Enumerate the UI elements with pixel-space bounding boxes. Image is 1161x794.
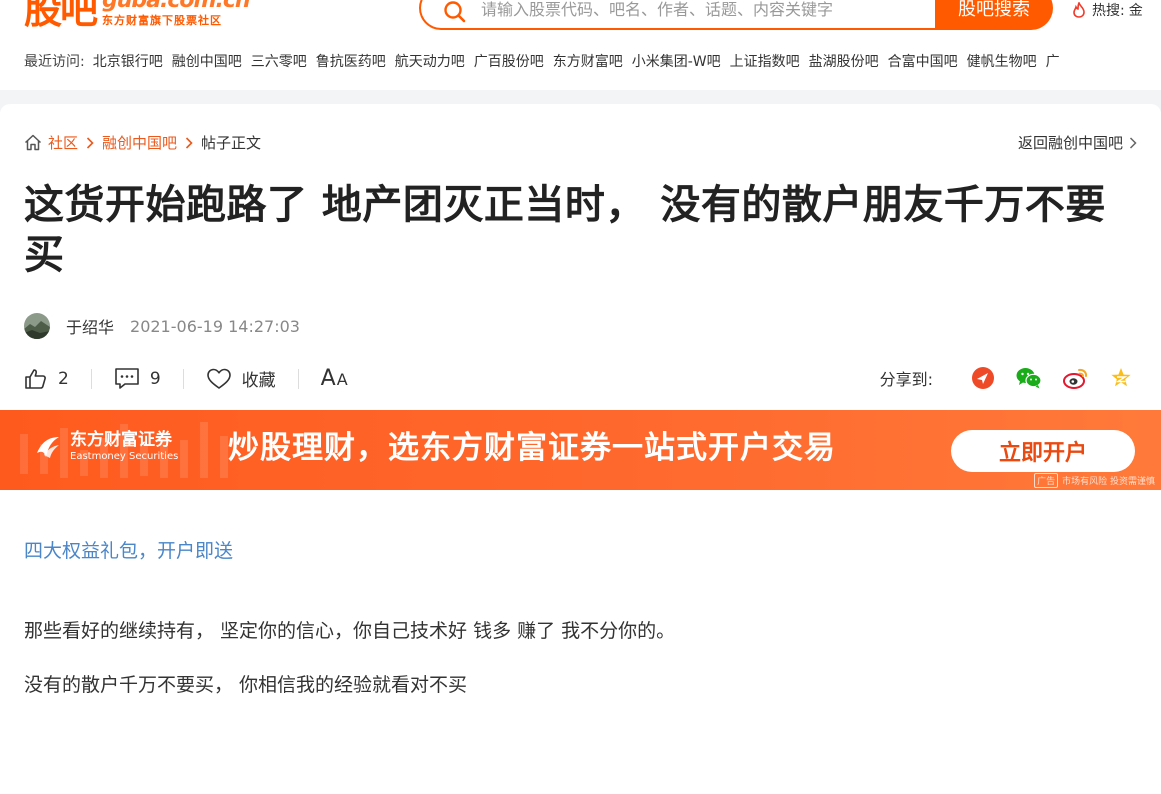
- search-box: [419, 0, 937, 30]
- post-paragraph: 那些看好的继续持有， 坚定你的信心，你自己技术好 钱多 赚了 我不分你的。: [24, 620, 676, 642]
- breadcrumb-community[interactable]: 社区: [48, 132, 78, 153]
- banner-logo-text: 东方财富证券 Eastmoney Securities: [70, 430, 178, 464]
- recent-item[interactable]: 三六零吧: [251, 51, 307, 71]
- recent-item[interactable]: 健帆生物吧: [967, 51, 1037, 71]
- share-bar: 分享到:: [880, 366, 1133, 390]
- weibo-icon[interactable]: [1063, 366, 1089, 390]
- logo-subtitle: 东方财富旗下股票社区: [102, 14, 223, 27]
- post-time: 2021-06-19 14:27:03: [130, 316, 300, 336]
- hot-search-keyword[interactable]: 金: [1129, 0, 1143, 20]
- chevron-right-icon: [185, 136, 193, 149]
- breadcrumb: 社区 融创中国吧 帖子正文: [24, 132, 261, 153]
- post-paragraph: 没有的散户千万不要买， 你相信我的经验就看对不买: [24, 674, 468, 696]
- qzone-icon[interactable]: [1109, 366, 1133, 390]
- recent-visits: 最近访问: 北京银行吧 融创中国吧 三六零吧 鲁抗医药吧 航天动力吧 广百股份吧…: [24, 50, 1161, 72]
- divider: [297, 368, 299, 389]
- banner-logo-cn: 东方财富证券: [70, 430, 172, 450]
- recent-visits-label: 最近访问:: [24, 54, 85, 70]
- breadcrumb-current: 帖子正文: [201, 134, 262, 152]
- like-count: 2: [58, 368, 69, 389]
- search-icon: [444, 1, 466, 23]
- comment-count: 9: [149, 368, 161, 389]
- back-to-bar-link[interactable]: 返回融创中国吧: [1018, 132, 1137, 153]
- fire-icon: [1073, 2, 1085, 18]
- logo-side: guba.com.cn 东方财富旗下股票社区: [102, 0, 251, 28]
- toutiao-icon[interactable]: [971, 366, 995, 390]
- back-link-label: 返回融创中国吧: [1017, 134, 1123, 152]
- breadcrumb-bar[interactable]: 融创中国吧: [102, 132, 177, 153]
- hot-search-label: 热搜:: [1092, 3, 1125, 19]
- logo-en-text: guba.com.cn: [102, 0, 251, 13]
- wechat-icon[interactable]: [1015, 366, 1043, 390]
- recent-item[interactable]: 广: [1046, 51, 1060, 71]
- recent-item[interactable]: 小米集团-W吧: [632, 51, 721, 71]
- eastmoney-securities-logo: 东方财富证券 Eastmoney Securities: [34, 430, 178, 464]
- recent-item[interactable]: 盐湖股份吧: [809, 51, 879, 71]
- share-label: 分享到:: [879, 370, 933, 389]
- like-button[interactable]: 2: [24, 367, 69, 391]
- recent-item[interactable]: 融创中国吧: [172, 51, 242, 71]
- font-size-small-glyph: A: [336, 370, 348, 389]
- author-row: 于绍华 2021-06-19 14:27:03: [24, 313, 300, 339]
- chevron-right-icon: [1129, 136, 1137, 149]
- logo-cn-text: 股吧: [24, 0, 98, 32]
- comment-button[interactable]: 9: [114, 367, 161, 391]
- open-account-button[interactable]: 立即开户: [951, 430, 1135, 472]
- recent-item[interactable]: 东方财富吧: [553, 51, 623, 71]
- site-header: 股吧 guba.com.cn 东方财富旗下股票社区 股吧搜索 热搜: 金 最近访…: [0, 0, 1161, 90]
- post-card: 社区 融创中国吧 帖子正文 返回融创中国吧 这货开始跑路了 地产团灭正当时， 没…: [0, 104, 1161, 794]
- promo-link[interactable]: 四大权益礼包，开户即送: [24, 536, 233, 563]
- font-size-large-glyph: A: [320, 366, 336, 391]
- recent-item[interactable]: 广百股份吧: [474, 51, 544, 71]
- recent-item[interactable]: 北京银行吧: [93, 51, 163, 71]
- post-actions: 2 9 收藏 A A: [24, 366, 348, 391]
- author-name[interactable]: 于绍华: [66, 314, 114, 338]
- heart-icon: [206, 368, 231, 389]
- guba-logo[interactable]: 股吧 guba.com.cn 东方财富旗下股票社区: [24, 0, 251, 36]
- ad-tag: 广告: [1034, 473, 1059, 488]
- divider: [182, 368, 184, 389]
- post-title: 这货开始跑路了 地产团灭正当时， 没有的散户朋友千万不要买: [24, 182, 1106, 278]
- avatar[interactable]: [24, 313, 50, 339]
- divider: [90, 368, 92, 389]
- banner-logo-en: Eastmoney Securities: [70, 451, 179, 462]
- search-input[interactable]: [479, 0, 913, 30]
- hot-search[interactable]: 热搜: 金: [1072, 0, 1143, 20]
- home-icon[interactable]: [24, 134, 42, 151]
- favorite-label: 收藏: [241, 371, 276, 391]
- ad-disclaimer: 广告 市场有风险 投资需谨慎: [1034, 473, 1155, 488]
- search-button[interactable]: 股吧搜索: [935, 0, 1053, 30]
- banner-slogan: 炒股理财，选东方财富证券一站式开户交易: [228, 430, 836, 466]
- thumbs-up-icon: [25, 368, 46, 389]
- recent-item[interactable]: 航天动力吧: [395, 51, 465, 71]
- eastmoney-logo-icon: [37, 437, 59, 458]
- recent-item[interactable]: 合富中国吧: [888, 51, 958, 71]
- recent-item[interactable]: 鲁抗医药吧: [316, 51, 386, 71]
- recent-item[interactable]: 上证指数吧: [730, 51, 800, 71]
- ad-risk-note: 市场有风险 投资需谨慎: [1062, 477, 1155, 487]
- favorite-button[interactable]: 收藏: [206, 366, 276, 391]
- comment-icon: [115, 367, 139, 389]
- font-size-button[interactable]: A A: [321, 366, 348, 391]
- chevron-right-icon: [86, 136, 94, 149]
- ad-banner[interactable]: 东方财富证券 Eastmoney Securities 炒股理财，选东方财富证券…: [0, 410, 1161, 490]
